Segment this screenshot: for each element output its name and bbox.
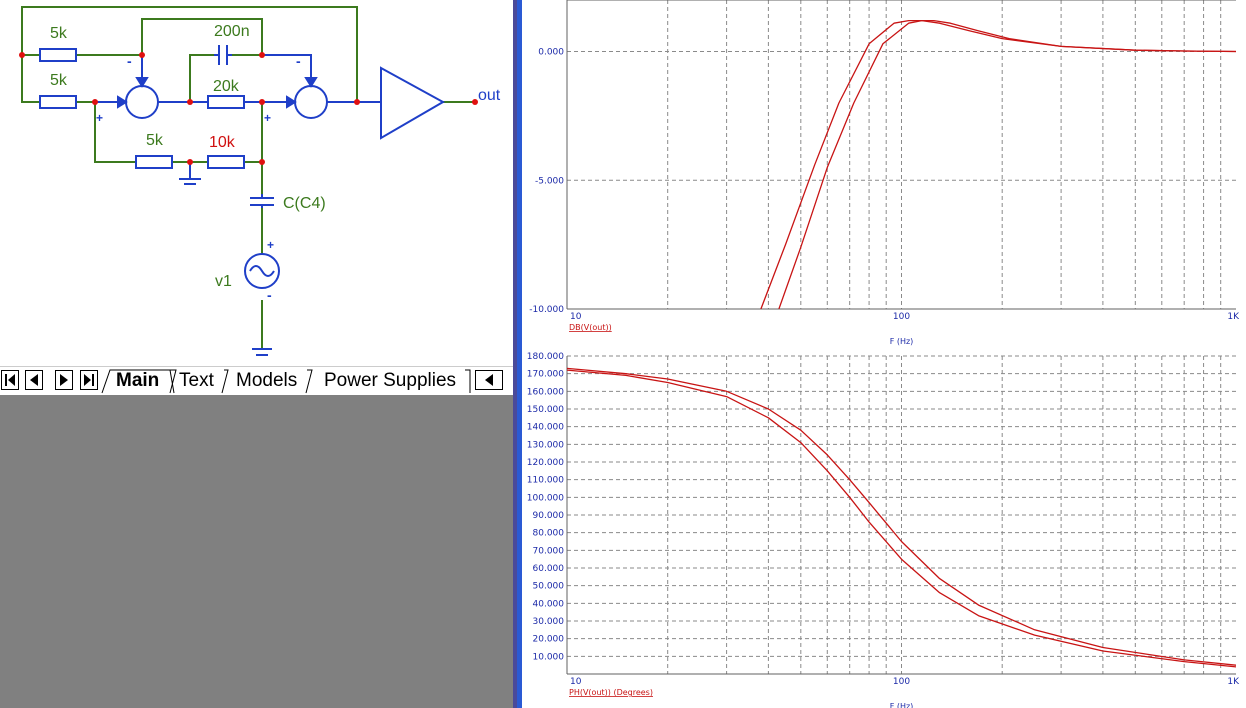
y-tick-label: 10.000 [533, 652, 565, 662]
x-tick-label: 10 [570, 677, 582, 687]
x-tick-label: 100 [893, 677, 910, 687]
y-tick-label: 110.000 [527, 476, 564, 486]
x-axis-label: F (Hz) [890, 337, 914, 346]
text-area-pane [0, 395, 513, 708]
amplifier[interactable] [380, 66, 446, 140]
y-tick-label: -5.000 [535, 176, 564, 186]
node[interactable] [92, 99, 98, 105]
magnitude-plot[interactable]: -10.000 -5.000 0.000 10 100 1K DB(V(out)) F (Hz… [529, 0, 1240, 346]
tab-main[interactable]: Main [116, 368, 159, 393]
capacitor-c4[interactable] [250, 194, 274, 208]
y-tick-label: 40.000 [533, 599, 565, 609]
label-r1: 5k [50, 25, 68, 42]
y-tick-label: 60.000 [533, 564, 565, 574]
y-tick-label: 160.000 [527, 387, 564, 397]
minus-sign: - [267, 287, 272, 303]
wire[interactable] [189, 54, 214, 102]
nodes [19, 52, 478, 165]
node[interactable] [354, 99, 360, 105]
tab-text[interactable]: Text [179, 368, 214, 393]
resistor-r2[interactable] [39, 95, 77, 109]
label-c4: C(C4) [283, 195, 326, 212]
sheet-tab-bar: Main Text Models Power Supplies [0, 366, 513, 396]
y-tick-label: 120.000 [527, 458, 564, 468]
minus-sign: - [296, 53, 301, 69]
label-r4: 10k [209, 134, 236, 151]
x-tick-label: 100 [893, 312, 910, 322]
y-tick-label: 20.000 [533, 635, 565, 645]
y-tick-label: 70.000 [533, 546, 565, 556]
trace-series-1[interactable] [760, 19, 1236, 309]
y-tick-label: 180.000 [527, 352, 564, 362]
trace-label: DB(V(out)) [569, 323, 612, 332]
node[interactable] [259, 159, 265, 165]
node[interactable] [19, 52, 25, 58]
resistor-r5[interactable] [207, 95, 245, 109]
y-tick-label: 170.000 [527, 370, 564, 380]
ground-symbol-2[interactable] [252, 348, 272, 356]
trace-label: PH(V(out)) (Degrees) [569, 688, 653, 697]
plots-svg[interactable]: -10.000 -5.000 0.000 10 100 1K DB(V(out)) F (Hz… [522, 0, 1246, 708]
wires [21, 6, 475, 348]
y-tick-label: 140.000 [527, 423, 564, 433]
node[interactable] [139, 52, 145, 58]
schematic-canvas[interactable]: 5k 5k 5k 10k 20k 200n C(C4) v1 out - - +… [0, 0, 513, 366]
node[interactable] [259, 52, 265, 58]
ac-voltage-source[interactable] [244, 253, 280, 289]
node[interactable] [259, 99, 265, 105]
node[interactable] [187, 159, 193, 165]
label-r5: 20k [213, 78, 240, 95]
ground-symbol-1[interactable] [179, 162, 201, 185]
resistor-r3[interactable] [135, 155, 173, 169]
label-r3: 5k [146, 132, 164, 149]
y-tick-label: 150.000 [527, 405, 564, 415]
x-axis-label: F (Hz) [890, 702, 914, 708]
x-tick-label: 1K [1227, 312, 1240, 322]
y-tick-label: 100.000 [527, 493, 564, 503]
y-tick-label: -10.000 [529, 305, 564, 315]
analysis-plot-pane[interactable]: -10.000 -5.000 0.000 10 100 1K DB(V(out)) F (Hz… [522, 0, 1246, 708]
y-tick-label: 30.000 [533, 617, 565, 627]
phase-plot[interactable]: 10.000 20.000 30.000 40.000 50.000 60.000 70.0… [527, 352, 1240, 708]
tab-scroll-left-button[interactable] [475, 370, 503, 390]
x-tick-label: 1K [1227, 677, 1240, 687]
y-tick-label: 90.000 [533, 511, 565, 521]
y-tick-label: 0.000 [538, 48, 564, 58]
tab-power-supplies[interactable]: Power Supplies [324, 368, 456, 393]
minus-sign: - [127, 53, 132, 69]
resistor-r1[interactable] [39, 48, 77, 62]
scroll-left-icon [485, 374, 493, 386]
label-v1: v1 [215, 273, 232, 290]
y-tick-label: 50.000 [533, 582, 565, 592]
schematic-editor[interactable]: 5k 5k 5k 10k 20k 200n C(C4) v1 out - - +… [0, 0, 513, 366]
y-tick-label: 80.000 [533, 529, 565, 539]
label-c1: 200n [214, 23, 250, 40]
tab-models[interactable]: Models [236, 368, 297, 393]
y-tick-label: 130.000 [527, 440, 564, 450]
summing-junction-1[interactable] [95, 55, 208, 119]
plus-sign: + [264, 111, 271, 125]
x-tick-label: 10 [570, 312, 582, 322]
summing-junction-2[interactable] [244, 54, 381, 119]
plus-sign: + [267, 238, 274, 252]
label-out: out [478, 87, 501, 104]
label-r2: 5k [50, 72, 68, 89]
plus-sign: + [96, 111, 103, 125]
node[interactable] [187, 99, 193, 105]
trace-series-2[interactable] [778, 19, 1236, 309]
capacitor-200n[interactable] [214, 45, 232, 65]
resistor-r4[interactable] [207, 155, 245, 169]
